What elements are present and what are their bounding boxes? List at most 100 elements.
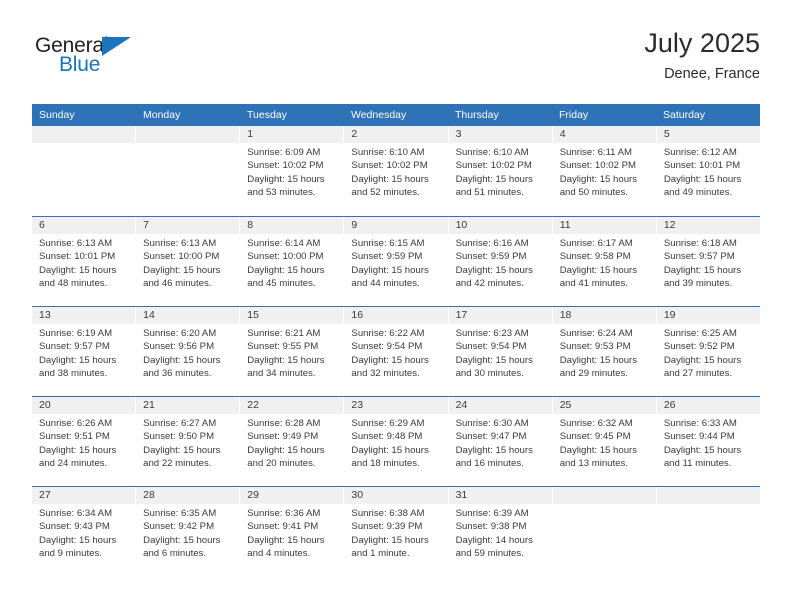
daylight-text-line1: Daylight: 15 hours — [559, 264, 638, 276]
sunset-text: Sunset: 9:39 PM — [351, 521, 423, 533]
day-cell[interactable]: 2 Sunrise: 6:10 AM Sunset: 10:02 PM Dayligh… — [344, 126, 449, 216]
page-subtitle: Denee, France — [664, 66, 760, 82]
day-number: 7 — [136, 217, 240, 234]
day-cell[interactable]: 21 Sunrise: 6:27 AM Sunset: 9:50 PM Dayligh… — [136, 397, 241, 486]
day-number: 24 — [448, 397, 552, 414]
sunset-text: Sunset: 9:48 PM — [351, 431, 423, 443]
day-cell[interactable]: 4 Sunrise: 6:11 AM Sunset: 10:02 PM Dayligh… — [552, 126, 657, 216]
daylight-text-line2: and 50 minutes. — [559, 187, 628, 199]
day-cell[interactable]: 17 Sunrise: 6:23 AM Sunset: 9:54 PM Dayligh… — [448, 307, 553, 396]
daylight-text-line1: Daylight: 15 hours — [247, 264, 325, 276]
daylight-text-line2: and 9 minutes. — [39, 548, 102, 560]
sunset-text: Sunset: 10:02 PM — [351, 160, 428, 172]
day-cell[interactable]: 5 Sunrise: 6:12 AM Sunset: 10:01 PM Dayligh… — [656, 126, 760, 216]
daylight-text-line1: Daylight: 15 hours — [351, 264, 429, 276]
logo-text-blue: Blue — [59, 53, 101, 76]
sunset-text: Sunset: 10:02 PM — [247, 160, 324, 172]
day-cell[interactable]: 8 Sunrise: 6:14 AM Sunset: 10:00 PM Dayligh… — [240, 217, 345, 306]
day-cell-empty — [552, 487, 657, 576]
day-cell[interactable]: 1 Sunrise: 6:09 AM Sunset: 10:02 PM Dayligh… — [240, 126, 345, 216]
sunrise-text: Sunrise: 6:12 AM — [663, 147, 737, 158]
day-cell[interactable]: 22 Sunrise: 6:28 AM Sunset: 9:49 PM Dayligh… — [240, 397, 345, 486]
sunrise-text: Sunrise: 6:09 AM — [247, 147, 321, 158]
day-number: 9 — [344, 217, 448, 234]
day-cell[interactable]: 11 Sunrise: 6:17 AM Sunset: 9:58 PM Dayligh… — [552, 217, 657, 306]
day-cell[interactable]: 24 Sunrise: 6:30 AM Sunset: 9:47 PM Dayligh… — [448, 397, 553, 486]
weekday-header-thursday: Thursday — [455, 109, 499, 121]
sunrise-text: Sunrise: 6:25 AM — [663, 328, 737, 339]
daylight-text-line1: Daylight: 15 hours — [143, 264, 221, 276]
day-number: 10 — [448, 217, 552, 234]
day-cell[interactable]: 16 Sunrise: 6:22 AM Sunset: 9:54 PM Dayligh… — [344, 307, 449, 396]
day-number — [552, 487, 656, 504]
day-cell[interactable]: 3 Sunrise: 6:10 AM Sunset: 10:02 PM Dayligh… — [448, 126, 553, 216]
day-cell[interactable]: 7 Sunrise: 6:13 AM Sunset: 10:00 PM Dayligh… — [136, 217, 241, 306]
day-details: Sunrise: 6:10 AM Sunset: 10:02 PM Daylight… — [449, 143, 552, 200]
day-details: Sunrise: 6:23 AM Sunset: 9:54 PM Daylight:… — [449, 324, 552, 381]
sunset-text: Sunset: 9:54 PM — [455, 341, 527, 353]
sunrise-text: Sunrise: 6:34 AM — [39, 508, 113, 519]
daylight-text-line1: Daylight: 15 hours — [351, 534, 429, 546]
day-cell[interactable]: 27 Sunrise: 6:34 AM Sunset: 9:43 PM Dayligh… — [32, 487, 137, 576]
sunset-text: Sunset: 9:54 PM — [351, 341, 423, 353]
sunset-text: Sunset: 9:42 PM — [143, 521, 215, 533]
daylight-text-line2: and 42 minutes. — [455, 278, 524, 290]
day-number: 16 — [344, 307, 448, 324]
daylight-text-line1: Daylight: 15 hours — [455, 444, 533, 456]
day-cell[interactable]: 9 Sunrise: 6:15 AM Sunset: 9:59 PM Daylight… — [344, 217, 449, 306]
sunrise-text: Sunrise: 6:13 AM — [143, 238, 217, 249]
day-details: Sunrise: 6:24 AM Sunset: 9:53 PM Daylight:… — [553, 324, 656, 381]
day-cell[interactable]: 6 Sunrise: 6:13 AM Sunset: 10:01 PM Dayligh… — [32, 217, 137, 306]
sunrise-text: Sunrise: 6:15 AM — [351, 238, 425, 249]
day-details: Sunrise: 6:22 AM Sunset: 9:54 PM Daylight:… — [344, 324, 447, 381]
calendar-week-row: 1 Sunrise: 6:09 AM Sunset: 10:02 PM Dayligh… — [32, 126, 760, 216]
day-cell[interactable]: 23 Sunrise: 6:29 AM Sunset: 9:48 PM Dayligh… — [344, 397, 449, 486]
generalblue-logo[interactable]: General Blue — [35, 34, 155, 82]
day-details: Sunrise: 6:18 AM Sunset: 9:57 PM Daylight:… — [657, 234, 760, 291]
day-cell-empty — [32, 126, 137, 216]
sunrise-text: Sunrise: 6:22 AM — [351, 328, 425, 339]
day-cell[interactable]: 28 Sunrise: 6:35 AM Sunset: 9:42 PM Dayligh… — [136, 487, 241, 576]
day-cell[interactable]: 14 Sunrise: 6:20 AM Sunset: 9:56 PM Dayligh… — [136, 307, 241, 396]
day-number: 26 — [656, 397, 760, 414]
day-cell[interactable]: 26 Sunrise: 6:33 AM Sunset: 9:44 PM Dayligh… — [656, 397, 760, 486]
day-number: 8 — [240, 217, 344, 234]
sunset-text: Sunset: 10:01 PM — [663, 160, 741, 172]
daylight-text-line1: Daylight: 15 hours — [455, 173, 533, 185]
day-number: 5 — [656, 126, 760, 143]
day-cell[interactable]: 20 Sunrise: 6:26 AM Sunset: 9:51 PM Dayligh… — [32, 397, 137, 486]
sunset-text: Sunset: 9:45 PM — [559, 431, 631, 443]
day-number: 20 — [32, 397, 136, 414]
day-cell[interactable]: 25 Sunrise: 6:32 AM Sunset: 9:45 PM Dayligh… — [552, 397, 657, 486]
sunrise-text: Sunrise: 6:21 AM — [247, 328, 321, 339]
day-cell[interactable]: 31 Sunrise: 6:39 AM Sunset: 9:38 PM Dayligh… — [448, 487, 553, 576]
day-cell[interactable]: 29 Sunrise: 6:36 AM Sunset: 9:41 PM Dayligh… — [240, 487, 345, 576]
day-cell[interactable]: 10 Sunrise: 6:16 AM Sunset: 9:59 PM Dayligh… — [448, 217, 553, 306]
daylight-text-line1: Daylight: 14 hours — [455, 534, 533, 546]
day-number — [136, 126, 240, 143]
day-cell[interactable]: 19 Sunrise: 6:25 AM Sunset: 9:52 PM Dayligh… — [656, 307, 760, 396]
daylight-text-line2: and 51 minutes. — [455, 187, 524, 199]
sunrise-text: Sunrise: 6:28 AM — [247, 418, 321, 429]
sunrise-text: Sunrise: 6:35 AM — [143, 508, 217, 519]
day-number: 21 — [136, 397, 240, 414]
day-details: Sunrise: 6:11 AM Sunset: 10:02 PM Daylight… — [553, 143, 656, 200]
day-details: Sunrise: 6:34 AM Sunset: 9:43 PM Daylight:… — [32, 504, 135, 561]
day-number: 12 — [656, 217, 760, 234]
daylight-text-line2: and 53 minutes. — [247, 187, 316, 199]
title-block: July 2025 Denee, France — [644, 26, 760, 85]
weekday-header-saturday: Saturday — [663, 109, 706, 121]
daylight-text-line1: Daylight: 15 hours — [143, 444, 221, 456]
day-cell[interactable]: 18 Sunrise: 6:24 AM Sunset: 9:53 PM Dayligh… — [552, 307, 657, 396]
sunset-text: Sunset: 9:56 PM — [143, 341, 215, 353]
sunset-text: Sunset: 9:44 PM — [663, 431, 735, 443]
sunset-text: Sunset: 9:55 PM — [247, 341, 319, 353]
day-cell[interactable]: 15 Sunrise: 6:21 AM Sunset: 9:55 PM Dayligh… — [240, 307, 345, 396]
weekday-header-tuesday: Tuesday — [247, 109, 287, 121]
calendar-week-row: 6 Sunrise: 6:13 AM Sunset: 10:01 PM Dayligh… — [32, 216, 760, 306]
day-cell[interactable]: 12 Sunrise: 6:18 AM Sunset: 9:57 PM Dayligh… — [656, 217, 760, 306]
logo-triangle-icon — [102, 37, 131, 56]
sunrise-text: Sunrise: 6:26 AM — [39, 418, 113, 429]
day-cell[interactable]: 30 Sunrise: 6:38 AM Sunset: 9:39 PM Dayligh… — [344, 487, 449, 576]
day-cell[interactable]: 13 Sunrise: 6:19 AM Sunset: 9:57 PM Dayligh… — [32, 307, 137, 396]
